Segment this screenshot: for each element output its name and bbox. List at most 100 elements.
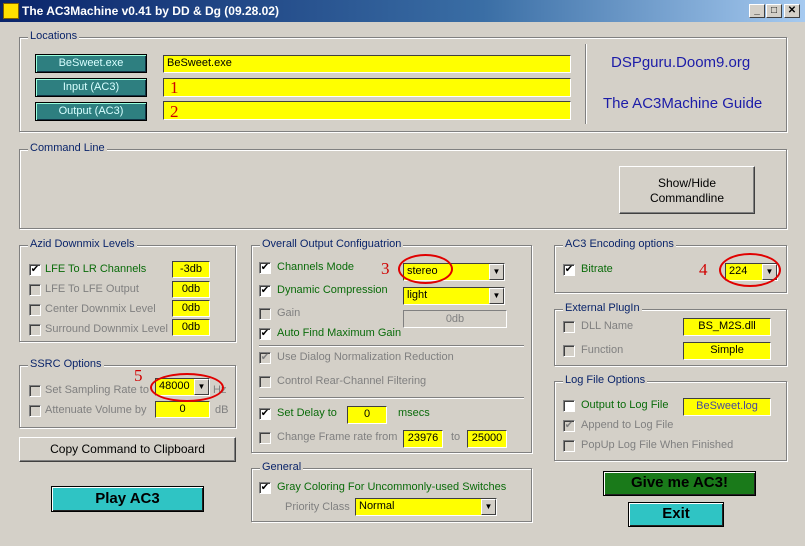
lfe-lfe-checkbox[interactable] — [29, 284, 41, 296]
chevron-down-icon[interactable]: ▼ — [489, 264, 504, 280]
set-delay-checkbox[interactable]: ✔ — [259, 408, 271, 420]
set-delay-value[interactable]: 0 — [347, 406, 387, 424]
annotation-4: 4 — [699, 260, 708, 279]
besweet-browse-button[interactable]: BeSweet.exe — [35, 54, 147, 73]
azid-legend: Azid Downmix Levels — [28, 238, 137, 250]
annotation-3: 3 — [381, 259, 390, 278]
frame-rate-checkbox[interactable] — [259, 432, 271, 444]
gain-label: Gain — [277, 307, 301, 319]
lfe-lr-value[interactable]: -3db — [172, 261, 210, 278]
dynamic-compression-label: Dynamic Compression — [277, 284, 388, 296]
center-downmix-checkbox[interactable] — [29, 304, 41, 316]
play-ac3-button[interactable]: Play AC3 — [51, 486, 204, 512]
surround-downmix-label: Surround Downmix Level — [45, 323, 168, 335]
center-downmix-value[interactable]: 0db — [172, 300, 210, 317]
center-downmix-label: Center Downmix Level — [45, 303, 156, 315]
gain-value[interactable]: 0db — [403, 310, 507, 328]
frame-rate-from[interactable]: 23976 — [403, 430, 443, 448]
besweet-path-input[interactable]: BeSweet.exe — [163, 55, 571, 73]
overall-separator-1 — [259, 345, 524, 347]
annotation-ring-4 — [719, 253, 781, 287]
attenuate-label: Attenuate Volume by — [45, 404, 147, 416]
dll-name-label: DLL Name — [581, 320, 634, 332]
output-log-value[interactable]: BeSweet.log — [683, 398, 771, 416]
annotation-ring-3 — [398, 254, 453, 284]
set-delay-label: Set Delay to — [277, 407, 337, 419]
input-ac3-button[interactable]: Input (AC3) — [35, 78, 147, 97]
dll-name-value[interactable]: BS_M2S.dll — [683, 318, 771, 336]
ssrc-legend: SSRC Options — [28, 358, 104, 370]
ac3-encoding-legend: AC3 Encoding options — [563, 238, 676, 250]
function-value[interactable]: Simple — [683, 342, 771, 360]
log-file-legend: Log File Options — [563, 374, 648, 386]
priority-class-select[interactable]: Normal ▼ — [355, 498, 497, 516]
lfe-lfe-value[interactable]: 0db — [172, 281, 210, 298]
attenuate-checkbox[interactable] — [29, 405, 41, 417]
window-title: The AC3Machine v0.41 by DD & Dg (09.28.0… — [22, 4, 279, 18]
locations-divider — [585, 44, 587, 124]
rear-filter-label: Control Rear-Channel Filtering — [277, 375, 427, 387]
set-delay-unit: msecs — [398, 407, 430, 419]
chevron-down-icon[interactable]: ▼ — [481, 499, 496, 515]
give-me-ac3-button[interactable]: Give me AC3! — [603, 471, 756, 496]
exit-button[interactable]: Exit — [628, 502, 724, 527]
append-log-checkbox[interactable]: ✔ — [563, 420, 575, 432]
lfe-lr-checkbox[interactable]: ✔ — [29, 264, 41, 276]
sampling-rate-checkbox[interactable] — [29, 385, 41, 397]
frame-rate-to[interactable]: 25000 — [467, 430, 507, 448]
external-plugin-legend: External PlugIn — [563, 302, 642, 314]
popup-log-label: PopUp Log File When Finished — [581, 439, 734, 451]
append-log-label: Append to Log File — [581, 419, 674, 431]
output-log-label: Output to Log File — [581, 399, 669, 411]
surround-downmix-checkbox[interactable] — [29, 324, 41, 336]
output-ac3-button[interactable]: Output (AC3) — [35, 102, 147, 121]
channels-mode-label: Channels Mode — [277, 261, 355, 273]
app-icon — [3, 3, 19, 19]
attenuate-value[interactable]: 0 — [155, 401, 210, 418]
annotation-5: 5 — [134, 366, 143, 385]
lfe-lr-label: LFE To LR Channels — [45, 263, 147, 275]
chevron-down-icon[interactable]: ▼ — [489, 288, 504, 304]
channels-mode-checkbox[interactable]: ✔ — [259, 262, 271, 274]
auto-find-gain-label: Auto Find Maximum Gain — [277, 327, 402, 339]
title-bar: The AC3Machine v0.41 by DD & Dg (09.28.0… — [0, 0, 805, 22]
bitrate-checkbox[interactable]: ✔ — [563, 264, 575, 276]
surround-downmix-value[interactable]: 0db — [172, 319, 210, 336]
output-log-checkbox[interactable] — [563, 400, 575, 412]
overall-output-legend: Overall Output Configuatrion — [260, 238, 404, 250]
overall-separator-2 — [259, 397, 524, 399]
frame-rate-label: Change Frame rate from — [277, 431, 398, 443]
dialog-normalization-label: Use Dialog Normalization Reduction — [277, 351, 454, 363]
minimize-button[interactable]: _ — [749, 4, 765, 18]
bitrate-label: Bitrate — [581, 263, 613, 275]
priority-class-label: Priority Class — [285, 501, 350, 513]
rear-filter-checkbox[interactable] — [259, 376, 271, 388]
annotation-1: 1 — [170, 78, 179, 97]
dspguru-link[interactable]: DSPguru.Doom9.org — [611, 54, 750, 71]
auto-find-gain-checkbox[interactable]: ✔ — [259, 328, 271, 340]
dll-name-checkbox[interactable] — [563, 321, 575, 333]
attenuate-unit: dB — [215, 404, 229, 416]
gain-checkbox[interactable] — [259, 308, 271, 320]
function-checkbox[interactable] — [563, 345, 575, 357]
input-ac3-path[interactable] — [163, 78, 571, 97]
gray-coloring-checkbox[interactable]: ✔ — [259, 482, 271, 494]
copy-command-button[interactable]: Copy Command to Clipboard — [19, 437, 236, 462]
command-line-legend: Command Line — [28, 142, 107, 154]
dynamic-compression-select[interactable]: light ▼ — [403, 287, 505, 305]
gray-coloring-label: Gray Coloring For Uncommonly-used Switch… — [277, 481, 507, 493]
guide-link[interactable]: The AC3Machine Guide — [603, 95, 762, 112]
dialog-normalization-checkbox[interactable]: ✔ — [259, 352, 271, 364]
close-button[interactable]: ✕ — [784, 4, 800, 18]
maximize-button[interactable]: □ — [766, 4, 782, 18]
popup-log-checkbox[interactable] — [563, 440, 575, 452]
annotation-2: 2 — [170, 102, 179, 121]
frame-rate-to-label: to — [451, 431, 461, 443]
general-legend: General — [260, 461, 304, 473]
show-hide-commandline-button[interactable]: Show/Hide Commandline — [619, 166, 755, 214]
output-ac3-path[interactable] — [163, 101, 571, 120]
dynamic-compression-value: light — [407, 289, 428, 301]
priority-class-value: Normal — [359, 500, 395, 512]
dynamic-compression-checkbox[interactable]: ✔ — [259, 285, 271, 297]
locations-legend: Locations — [28, 30, 80, 42]
